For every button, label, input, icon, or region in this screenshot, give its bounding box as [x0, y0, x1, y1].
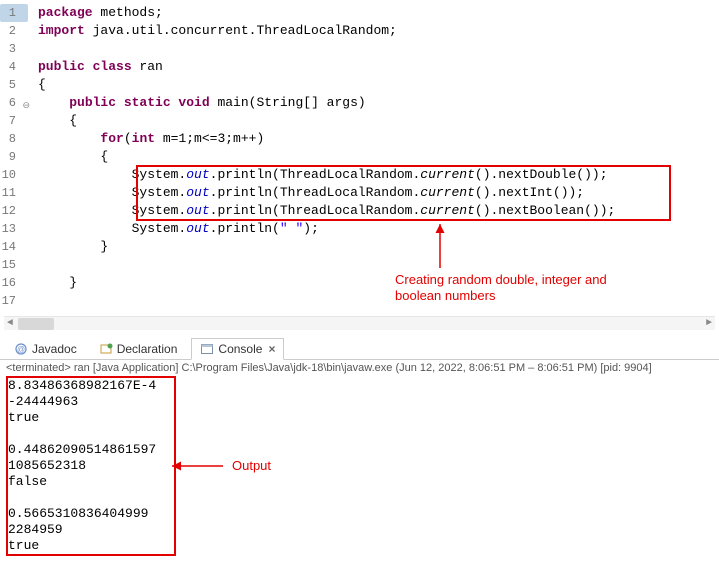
line-number: 7 [0, 112, 28, 130]
tab-javadoc-label: Javadoc [32, 342, 77, 356]
code-line[interactable]: 15 [0, 256, 719, 274]
code-line[interactable]: 12 System.out.println(ThreadLocalRandom.… [0, 202, 719, 220]
code-line[interactable]: 9 { [0, 148, 719, 166]
line-number: 2 [0, 22, 28, 40]
scroll-thumb[interactable] [18, 318, 54, 330]
code-text[interactable]: for(int m=1;m<=3;m++) [28, 130, 264, 148]
code-line[interactable]: 4public class ran [0, 58, 719, 76]
close-icon[interactable]: × [268, 342, 275, 356]
tab-declaration-label: Declaration [117, 342, 178, 356]
code-line[interactable]: 2import java.util.concurrent.ThreadLocal… [0, 22, 719, 40]
line-number: 4 [0, 58, 28, 76]
console-icon [200, 342, 214, 356]
line-number: 5 [0, 76, 28, 94]
code-line[interactable]: 10 System.out.println(ThreadLocalRandom.… [0, 166, 719, 184]
console-line [8, 426, 156, 442]
svg-text:@: @ [17, 345, 25, 354]
line-number: 13 [0, 220, 28, 238]
code-text[interactable]: System.out.println(ThreadLocalRandom.cur… [28, 166, 608, 184]
run-info: <terminated> ran [Java Application] C:\P… [0, 360, 719, 376]
line-number: 15 [0, 256, 28, 274]
highlight-box-output: 8.83486368982167E-4-24444963true 0.44862… [6, 376, 176, 556]
code-line[interactable]: 6⊖ public static void main(String[] args… [0, 94, 719, 112]
bottom-tabs: @ Javadoc Declaration Console × [0, 334, 719, 360]
scroll-right-arrow[interactable]: ► [703, 318, 715, 329]
code-line[interactable]: 17 [0, 292, 719, 310]
annotation-text-code: Creating random double, integer and bool… [395, 272, 607, 304]
line-number: 6⊖ [0, 94, 28, 112]
line-number: 12 [0, 202, 28, 220]
code-line[interactable]: 13 System.out.println(" "); [0, 220, 719, 238]
code-text[interactable]: } [28, 274, 77, 292]
code-text[interactable]: System.out.println(ThreadLocalRandom.cur… [28, 184, 584, 202]
code-text[interactable]: System.out.println(" "); [28, 220, 319, 238]
declaration-icon [99, 342, 113, 356]
code-text[interactable]: { [28, 112, 77, 130]
code-text[interactable]: System.out.println(ThreadLocalRandom.cur… [28, 202, 615, 220]
javadoc-icon: @ [14, 342, 28, 356]
tab-javadoc[interactable]: @ Javadoc [6, 339, 85, 359]
code-line[interactable]: 3 [0, 40, 719, 58]
tab-console[interactable]: Console × [191, 338, 284, 360]
line-number: 8 [0, 130, 28, 148]
console-line: 0.5665310836404999 [8, 506, 156, 522]
line-number: 1 [0, 4, 28, 22]
annotation-arrow-code [430, 220, 470, 280]
line-number: 11 [0, 184, 28, 202]
code-line[interactable]: 14 } [0, 238, 719, 256]
console-line: true [8, 538, 156, 554]
console-line [8, 490, 156, 506]
code-text[interactable]: package methods; [28, 4, 163, 22]
code-line[interactable]: 8 for(int m=1;m<=3;m++) [0, 130, 719, 148]
code-editor[interactable]: 1package methods;2import java.util.concu… [0, 0, 719, 314]
horizontal-scrollbar[interactable]: ◄ ► [4, 316, 715, 330]
line-number: 3 [0, 40, 28, 58]
code-line[interactable]: 1package methods; [0, 4, 719, 22]
line-number: 16 [0, 274, 28, 292]
console-line: false [8, 474, 156, 490]
console-pane[interactable]: 8.83486368982167E-4-24444963true 0.44862… [0, 376, 719, 562]
code-line[interactable]: 5{ [0, 76, 719, 94]
annotation-text-output: Output [232, 458, 271, 473]
annotation-arrow-output [168, 456, 228, 476]
line-number: 14 [0, 238, 28, 256]
code-text[interactable]: import java.util.concurrent.ThreadLocalR… [28, 22, 397, 40]
line-number: 17 [0, 292, 28, 310]
code-text[interactable]: public static void main(String[] args) [28, 94, 366, 112]
code-text[interactable]: public class ran [28, 58, 163, 76]
line-number: 9 [0, 148, 28, 166]
console-line: -24444963 [8, 394, 156, 410]
console-line: 8.83486368982167E-4 [8, 378, 156, 394]
console-line: 1085652318 [8, 458, 156, 474]
console-line: 0.44862090514861597 [8, 442, 156, 458]
code-text[interactable]: { [28, 148, 108, 166]
code-line[interactable]: 16 } [0, 274, 719, 292]
tab-console-label: Console [218, 342, 262, 356]
scroll-left-arrow[interactable]: ◄ [4, 318, 16, 329]
tab-declaration[interactable]: Declaration [91, 339, 186, 359]
line-number: 10 [0, 166, 28, 184]
code-line[interactable]: 11 System.out.println(ThreadLocalRandom.… [0, 184, 719, 202]
code-text[interactable]: } [28, 238, 108, 256]
console-line: true [8, 410, 156, 426]
code-text[interactable]: { [28, 76, 46, 94]
code-line[interactable]: 7 { [0, 112, 719, 130]
console-line: 2284959 [8, 522, 156, 538]
